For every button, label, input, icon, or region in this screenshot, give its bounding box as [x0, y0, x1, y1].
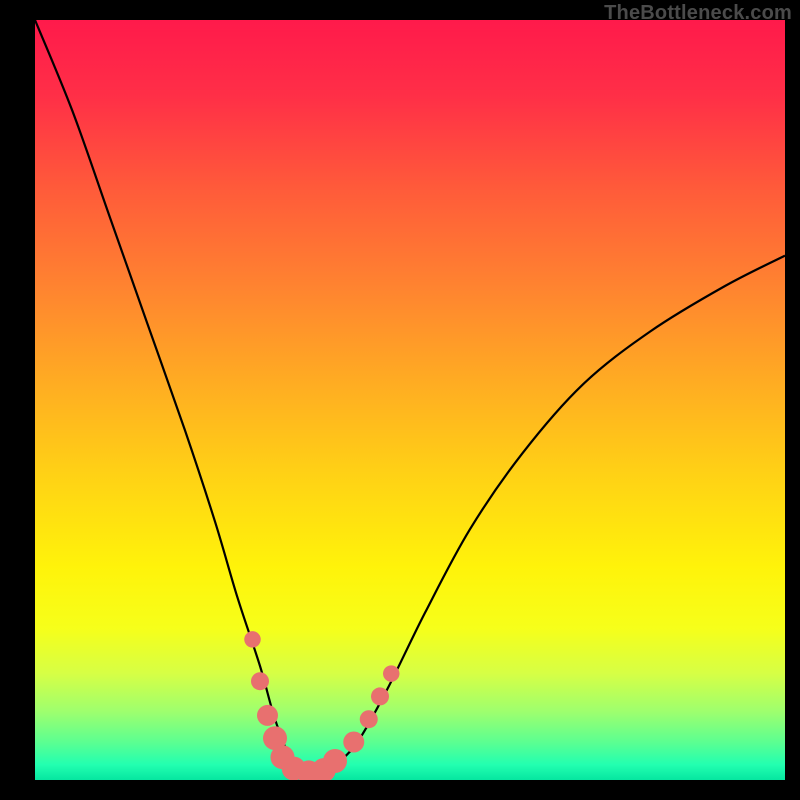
chart-frame: TheBottleneck.com	[0, 0, 800, 800]
background-gradient	[35, 20, 785, 780]
plot-area	[35, 20, 785, 780]
watermark-label: TheBottleneck.com	[604, 2, 792, 25]
